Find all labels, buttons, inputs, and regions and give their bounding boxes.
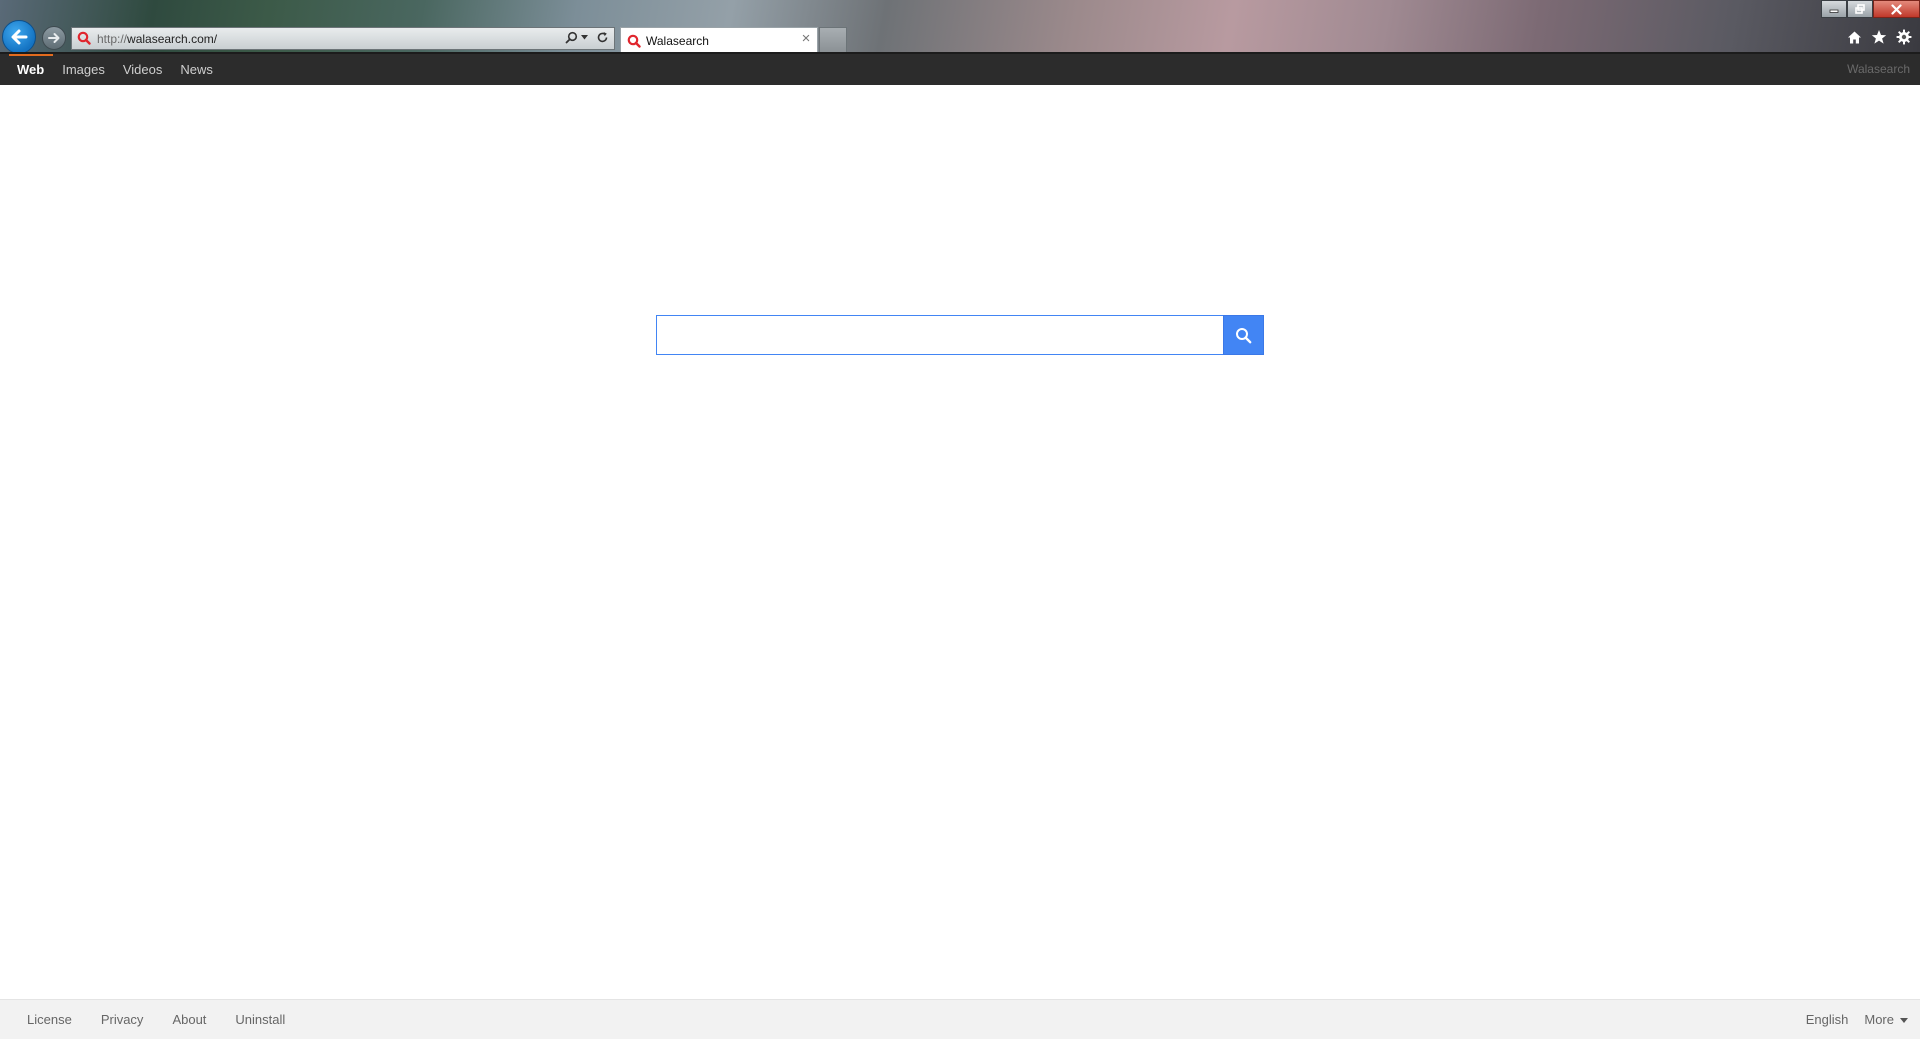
tools-button[interactable]: [1896, 29, 1912, 45]
close-window-button[interactable]: [1873, 0, 1920, 18]
search-input[interactable]: [656, 315, 1223, 355]
url-scheme: http://: [97, 32, 128, 46]
close-tab-icon[interactable]: ×: [799, 31, 813, 47]
refresh-icon: [597, 32, 608, 43]
search-icon: [565, 31, 578, 44]
chevron-down-icon: [581, 35, 588, 40]
footer-link-privacy[interactable]: Privacy: [101, 1000, 144, 1040]
more-menu[interactable]: More: [1864, 1000, 1908, 1040]
nav-videos[interactable]: Videos: [114, 54, 172, 85]
site-brand[interactable]: Walasearch: [1847, 54, 1910, 85]
footer-link-about[interactable]: About: [172, 1000, 206, 1040]
minimize-button[interactable]: [1821, 0, 1847, 18]
url-host: walasearch.com/: [127, 32, 218, 46]
home-icon: [1847, 31, 1861, 43]
restore-button[interactable]: [1847, 0, 1873, 18]
footer-right: English More: [1790, 1000, 1908, 1040]
walasearch-logo-icon: [627, 34, 641, 53]
home-button[interactable]: [1846, 29, 1862, 45]
footer: License Privacy About Uninstall English …: [0, 999, 1920, 1039]
nav-web[interactable]: Web: [0, 54, 54, 85]
tab-title: Walasearch: [646, 34, 709, 48]
gear-icon: [1896, 29, 1912, 45]
forward-button[interactable]: [42, 26, 66, 50]
restore-icon: [1855, 4, 1865, 14]
arrow-left-icon: [11, 29, 28, 45]
nav-news[interactable]: News: [171, 54, 222, 85]
minimize-icon: [1829, 9, 1839, 13]
browser-chrome: http://walasearch.com/ Walasearch ×: [0, 0, 1920, 54]
window-controls: [1821, 0, 1920, 18]
site-nav-links: Web Images Videos News: [0, 54, 222, 85]
address-bar[interactable]: http://walasearch.com/: [71, 27, 615, 50]
star-icon: [1871, 30, 1887, 44]
close-icon: [1891, 3, 1902, 15]
arrow-right-icon: [48, 33, 60, 43]
address-search-dropdown[interactable]: [565, 31, 588, 44]
language-selector[interactable]: English: [1806, 1000, 1849, 1040]
favorites-button[interactable]: [1871, 29, 1887, 45]
walasearch-logo-icon: [77, 31, 91, 50]
new-tab-button[interactable]: [819, 27, 847, 53]
site-nav-bar: Web Images Videos News Walasearch: [0, 54, 1920, 85]
search-icon: [1236, 327, 1252, 343]
chevron-down-icon: [1900, 1018, 1908, 1024]
more-label: More: [1864, 1012, 1894, 1027]
back-button[interactable]: [2, 20, 36, 54]
footer-link-uninstall[interactable]: Uninstall: [235, 1000, 285, 1040]
footer-link-license[interactable]: License: [27, 1000, 72, 1040]
search-form: [656, 315, 1264, 355]
refresh-button[interactable]: [596, 31, 609, 49]
nav-images[interactable]: Images: [53, 54, 114, 85]
footer-links: License Privacy About Uninstall: [27, 1000, 314, 1040]
address-url[interactable]: http://walasearch.com/: [97, 32, 217, 46]
browser-toolbar: [1846, 29, 1912, 45]
browser-tab[interactable]: Walasearch ×: [620, 27, 818, 53]
search-button[interactable]: [1223, 315, 1264, 355]
